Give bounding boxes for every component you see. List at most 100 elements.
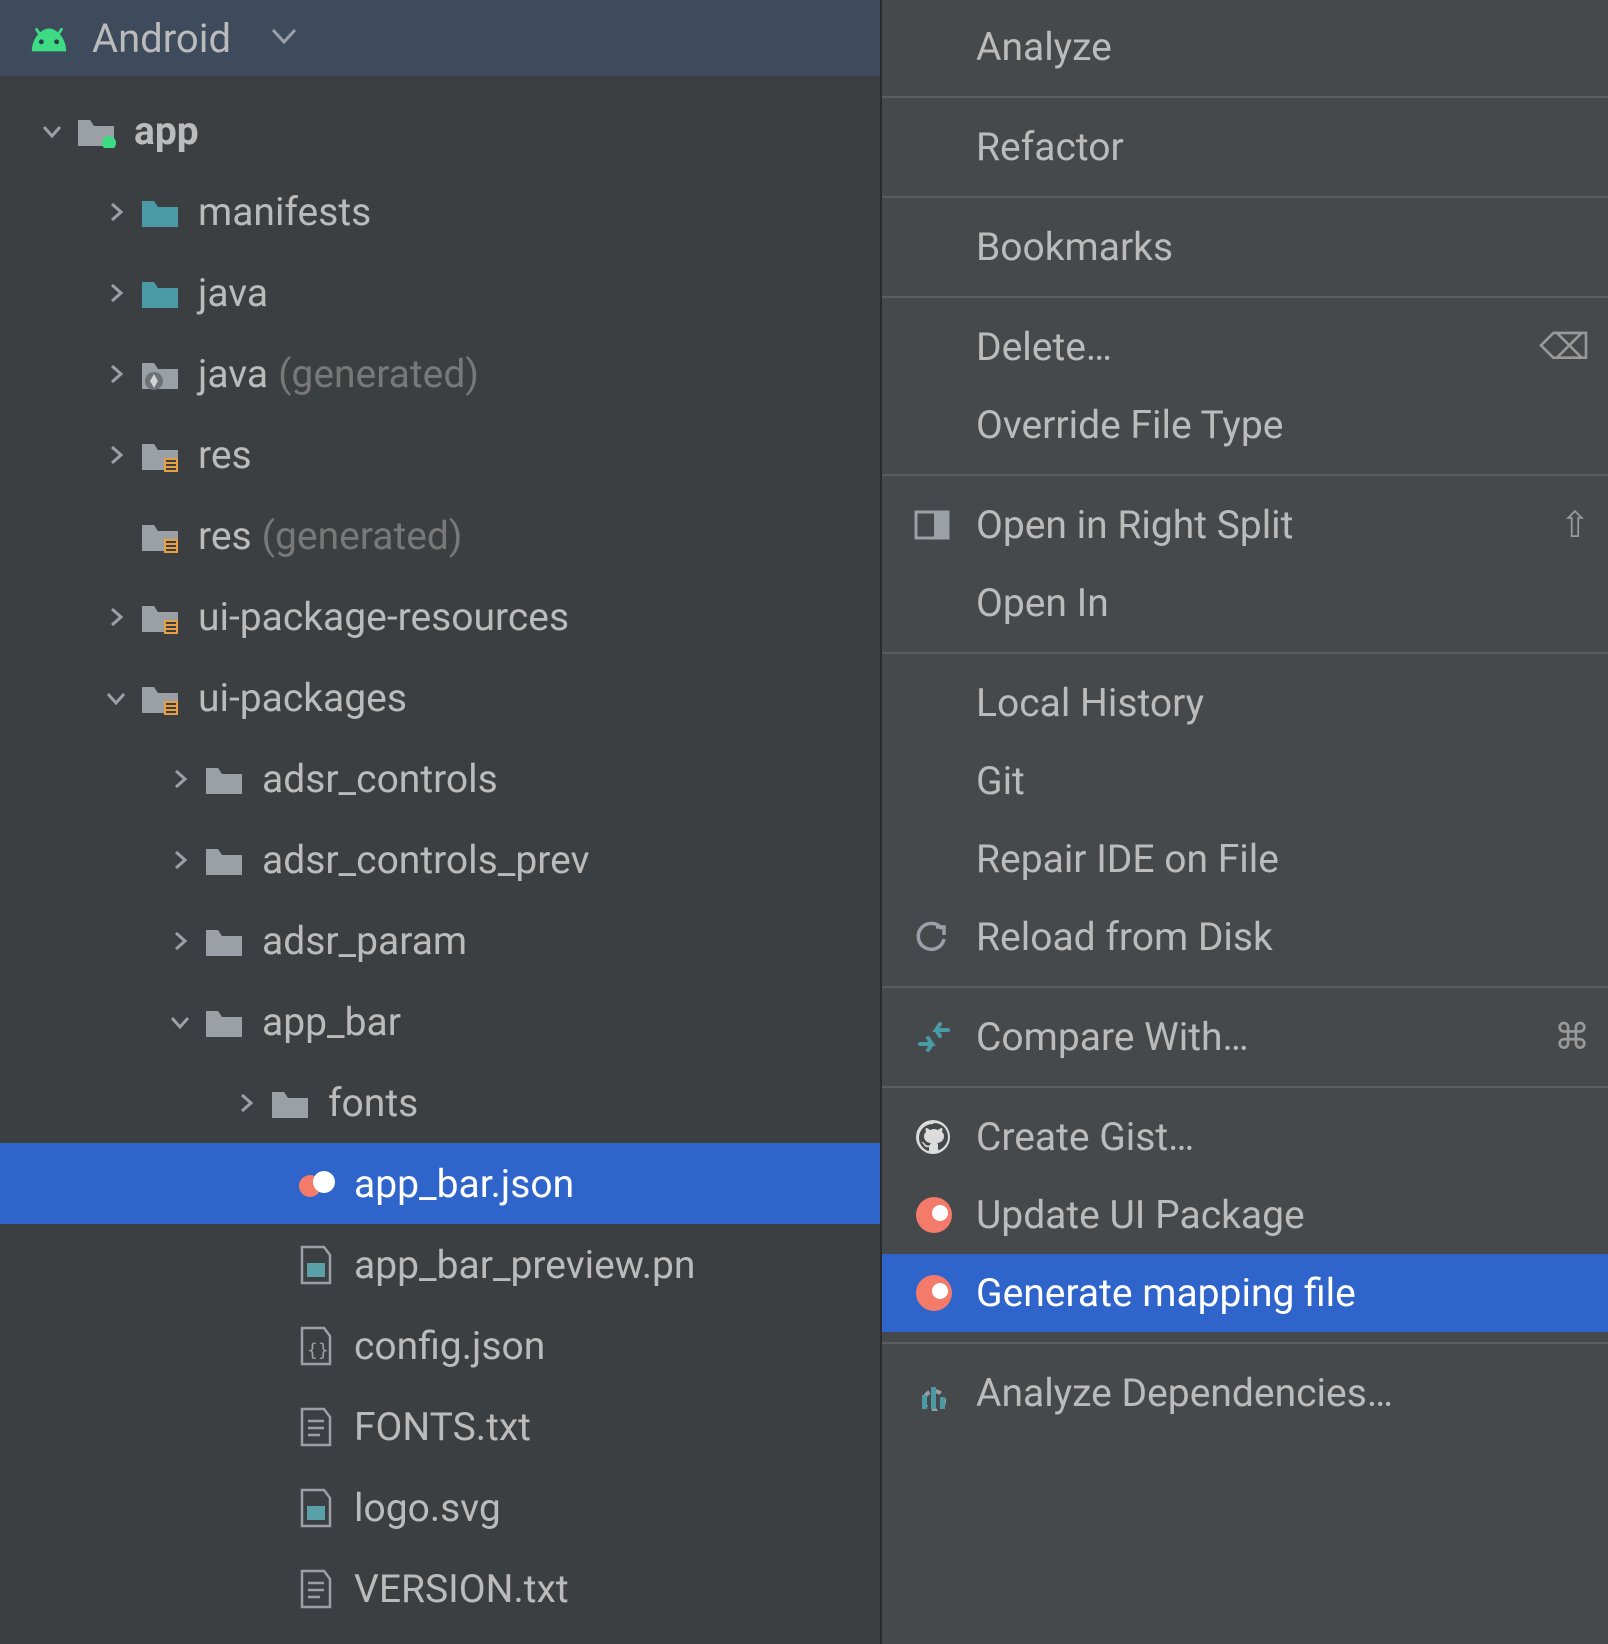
chevron-right-icon[interactable] — [160, 929, 200, 953]
menu-item-repair-ide[interactable]: Repair IDE on File — [882, 820, 1608, 898]
folder-icon — [136, 195, 184, 229]
shortcut-icon: ⌘ — [1554, 1016, 1590, 1058]
android-icon — [28, 17, 70, 59]
tree-label: config.json — [354, 1323, 545, 1369]
folder-icon — [136, 276, 184, 310]
menu-item-open-in[interactable]: Open In — [882, 564, 1608, 642]
tree-label: res — [198, 432, 252, 478]
folder-icon — [266, 1086, 314, 1120]
menu-item-refactor[interactable]: Refactor — [882, 108, 1608, 186]
shortcut-icon: ⇧ — [1560, 504, 1590, 546]
menu-item-analyze[interactable]: Analyze — [882, 8, 1608, 86]
tree-label: app — [134, 108, 199, 154]
menu-separator — [882, 96, 1608, 98]
chevron-down-icon[interactable] — [271, 27, 297, 49]
chevron-right-icon[interactable] — [96, 443, 136, 467]
menu-label: Open in Right Split — [976, 502, 1293, 548]
chevron-down-icon[interactable] — [160, 1010, 200, 1034]
menu-item-override-file-type[interactable]: Override File Type — [882, 386, 1608, 464]
menu-item-open-right-split[interactable]: Open in Right Split ⇧ — [882, 486, 1608, 564]
panel-title: Android — [92, 15, 231, 62]
image-file-icon — [292, 1488, 340, 1528]
menu-item-local-history[interactable]: Local History — [882, 664, 1608, 742]
menu-item-generate-mapping-file[interactable]: Generate mapping file — [882, 1254, 1608, 1332]
split-right-icon — [914, 510, 976, 540]
dependencies-icon — [914, 1375, 976, 1411]
menu-label: Generate mapping file — [976, 1270, 1356, 1316]
resource-folder-icon — [136, 438, 184, 472]
chevron-right-icon[interactable] — [96, 362, 136, 386]
json-file-icon: {} — [292, 1326, 340, 1366]
menu-item-analyze-dependencies[interactable]: Analyze Dependencies… — [882, 1354, 1608, 1432]
tree-label: manifests — [198, 189, 371, 235]
menu-item-git[interactable]: Git — [882, 742, 1608, 820]
chevron-right-icon[interactable] — [226, 1091, 266, 1115]
project-tree[interactable]: app manifests java — [0, 76, 880, 1644]
tree-item-java[interactable]: java — [0, 252, 880, 333]
tree-label: adsr_param — [262, 918, 467, 964]
panel-header[interactable]: Android — [0, 0, 880, 76]
relay-file-icon — [292, 1164, 340, 1204]
menu-label: Analyze — [976, 24, 1112, 70]
menu-separator — [882, 1342, 1608, 1344]
chevron-right-icon[interactable] — [160, 848, 200, 872]
tree-item-adsr-controls[interactable]: adsr_controls — [0, 738, 880, 819]
tree-label: app_bar.json — [354, 1161, 574, 1207]
tree-label: fonts — [328, 1080, 418, 1126]
tree-item-adsr-param[interactable]: adsr_param — [0, 900, 880, 981]
menu-label: Override File Type — [976, 402, 1283, 448]
menu-item-bookmarks[interactable]: Bookmarks — [882, 208, 1608, 286]
tree-item-version-txt[interactable]: VERSION.txt — [0, 1548, 880, 1629]
menu-item-delete[interactable]: Delete… ⌫ — [882, 308, 1608, 386]
image-file-icon — [292, 1245, 340, 1285]
tree-item-fonts[interactable]: fonts — [0, 1062, 880, 1143]
text-file-icon — [292, 1569, 340, 1609]
tree-item-app[interactable]: app — [0, 90, 880, 171]
tree-item-logo-svg[interactable]: logo.svg — [0, 1467, 880, 1548]
menu-label: Repair IDE on File — [976, 836, 1279, 882]
tree-item-res-generated[interactable]: res (generated) — [0, 495, 880, 576]
chevron-right-icon[interactable] — [160, 767, 200, 791]
tree-item-adsr-controls-prev[interactable]: adsr_controls_prev — [0, 819, 880, 900]
tree-item-ui-package-resources[interactable]: ui-package-resources — [0, 576, 880, 657]
folder-icon — [200, 1005, 248, 1039]
tree-item-manifests[interactable]: manifests — [0, 171, 880, 252]
module-folder-icon — [72, 114, 120, 148]
menu-separator — [882, 296, 1608, 298]
tree-label: app_bar — [262, 999, 401, 1045]
shortcut-icon: ⌫ — [1539, 326, 1590, 368]
context-menu: Analyze Refactor Bookmarks Delete… ⌫ Ove… — [880, 0, 1608, 1644]
menu-label: Create Gist… — [976, 1114, 1194, 1160]
tree-label: logo.svg — [354, 1485, 501, 1531]
menu-item-update-ui-package[interactable]: Update UI Package — [882, 1176, 1608, 1254]
resource-folder-icon — [136, 600, 184, 634]
tree-item-java-generated[interactable]: java (generated) — [0, 333, 880, 414]
tree-label-suffix: (generated) — [278, 351, 479, 397]
chevron-right-icon[interactable] — [96, 200, 136, 224]
tree-item-app-bar[interactable]: app_bar — [0, 981, 880, 1062]
chevron-down-icon[interactable] — [32, 119, 72, 143]
tree-item-app-bar-preview[interactable]: app_bar_preview.pn — [0, 1224, 880, 1305]
svg-text:{}: {} — [307, 1340, 329, 1361]
reload-icon — [914, 919, 976, 955]
chevron-right-icon[interactable] — [96, 605, 136, 629]
menu-separator — [882, 652, 1608, 654]
tree-label: java — [198, 351, 268, 397]
tree-label: ui-packages — [198, 675, 407, 721]
tree-item-fonts-txt[interactable]: FONTS.txt — [0, 1386, 880, 1467]
menu-item-create-gist[interactable]: Create Gist… — [882, 1098, 1608, 1176]
menu-item-compare-with[interactable]: Compare With… ⌘ — [882, 998, 1608, 1076]
menu-label: Local History — [976, 680, 1204, 726]
menu-label: Open In — [976, 580, 1109, 626]
github-icon — [914, 1118, 976, 1156]
text-file-icon — [292, 1407, 340, 1447]
tree-item-app-bar-json[interactable]: app_bar.json — [0, 1143, 880, 1224]
tree-item-ui-packages[interactable]: ui-packages — [0, 657, 880, 738]
chevron-down-icon[interactable] — [96, 686, 136, 710]
tree-item-res[interactable]: res — [0, 414, 880, 495]
chevron-right-icon[interactable] — [96, 281, 136, 305]
tree-label: ui-package-resources — [198, 594, 569, 640]
relay-icon — [914, 1195, 976, 1235]
menu-item-reload-from-disk[interactable]: Reload from Disk — [882, 898, 1608, 976]
tree-item-config-json[interactable]: {} config.json — [0, 1305, 880, 1386]
